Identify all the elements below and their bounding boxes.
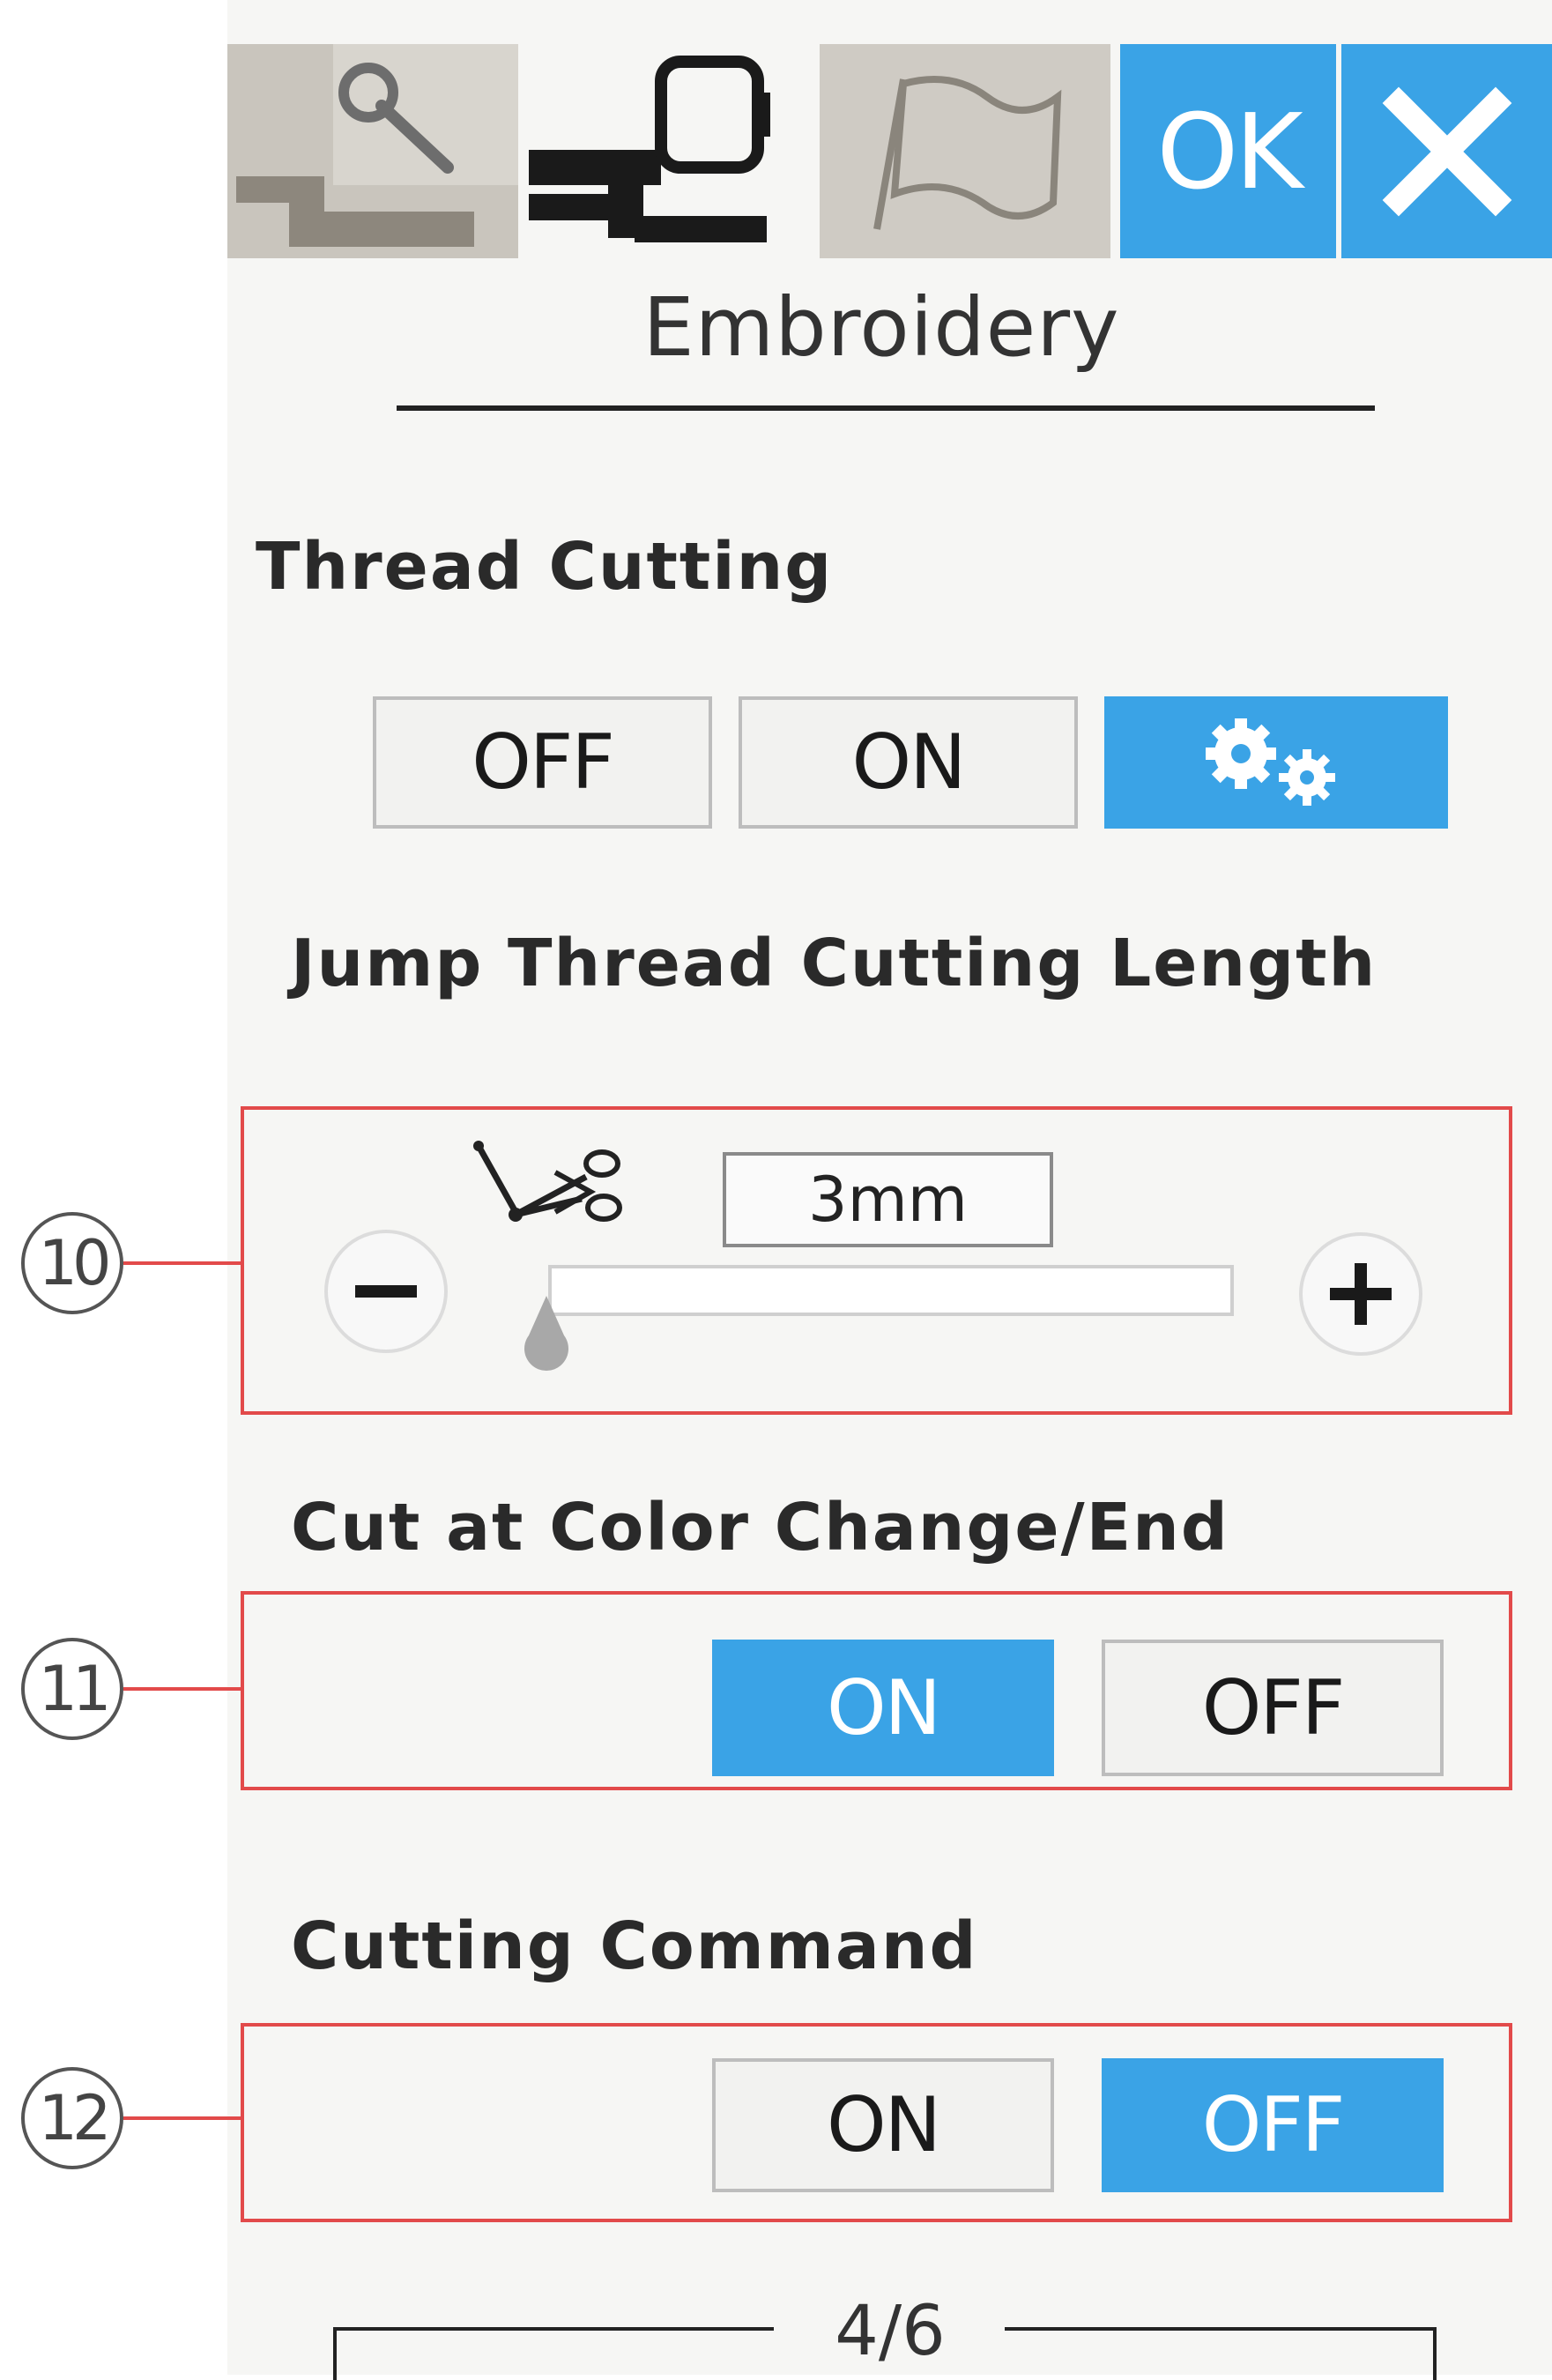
increase-button[interactable] <box>1299 1232 1422 1356</box>
callout-leader-11 <box>123 1687 242 1691</box>
callout-leader-12 <box>123 2116 242 2120</box>
pager-tick-left <box>333 2327 337 2380</box>
ok-button[interactable]: OK <box>1120 44 1336 258</box>
tab-embroidery-settings[interactable] <box>520 44 811 258</box>
callout-number-10: 10 <box>21 1212 123 1314</box>
slider-handle[interactable] <box>516 1296 586 1375</box>
pager-line-left <box>333 2327 774 2331</box>
flag-icon <box>873 76 1062 230</box>
pager-tick-right <box>1433 2327 1437 2380</box>
ok-label: OK <box>1156 90 1303 212</box>
page-indicator: 4/6 <box>835 2292 946 2371</box>
pager-line-right <box>1005 2327 1437 2331</box>
thread-cutting-settings-button[interactable] <box>1104 696 1448 829</box>
minus-icon <box>355 1285 417 1298</box>
title-underline <box>397 405 1375 411</box>
tab-language[interactable] <box>820 44 1110 258</box>
jump-thread-cutting-length-label: Jump Thread Cutting Length <box>291 926 1377 1001</box>
jump-length-value: 3mm <box>723 1152 1053 1247</box>
close-icon <box>1382 86 1511 216</box>
cut-at-color-change-label: Cut at Color Change/End <box>291 1490 1229 1566</box>
jump-stitch-scissors-icon <box>473 1141 622 1222</box>
wrench-machine-icon <box>236 44 518 247</box>
jump-length-slider[interactable] <box>548 1265 1234 1316</box>
decrease-button[interactable] <box>324 1230 448 1353</box>
cutting-command-on-button[interactable]: ON <box>712 2058 1054 2192</box>
plus-icon <box>1330 1263 1392 1325</box>
tab-common-settings[interactable] <box>227 44 518 258</box>
page-title: Embroidery <box>642 280 1120 375</box>
cutting-command-off-button[interactable]: OFF <box>1102 2058 1444 2192</box>
gears-icon <box>1206 718 1335 806</box>
thread-cutting-on-button[interactable]: ON <box>739 696 1078 829</box>
callout-number-12: 12 <box>21 2067 123 2169</box>
callout-number-11: 11 <box>21 1638 123 1740</box>
thread-cutting-off-button[interactable]: OFF <box>373 696 712 829</box>
thread-cutting-label: Thread Cutting <box>256 529 834 605</box>
embroidery-machine-icon <box>529 56 770 242</box>
close-button[interactable] <box>1341 44 1552 258</box>
cut-color-change-off-button[interactable]: OFF <box>1102 1640 1444 1776</box>
callout-leader-10 <box>123 1261 242 1265</box>
cutting-command-label: Cutting Command <box>291 1908 978 1984</box>
cut-color-change-on-button[interactable]: ON <box>712 1640 1054 1776</box>
